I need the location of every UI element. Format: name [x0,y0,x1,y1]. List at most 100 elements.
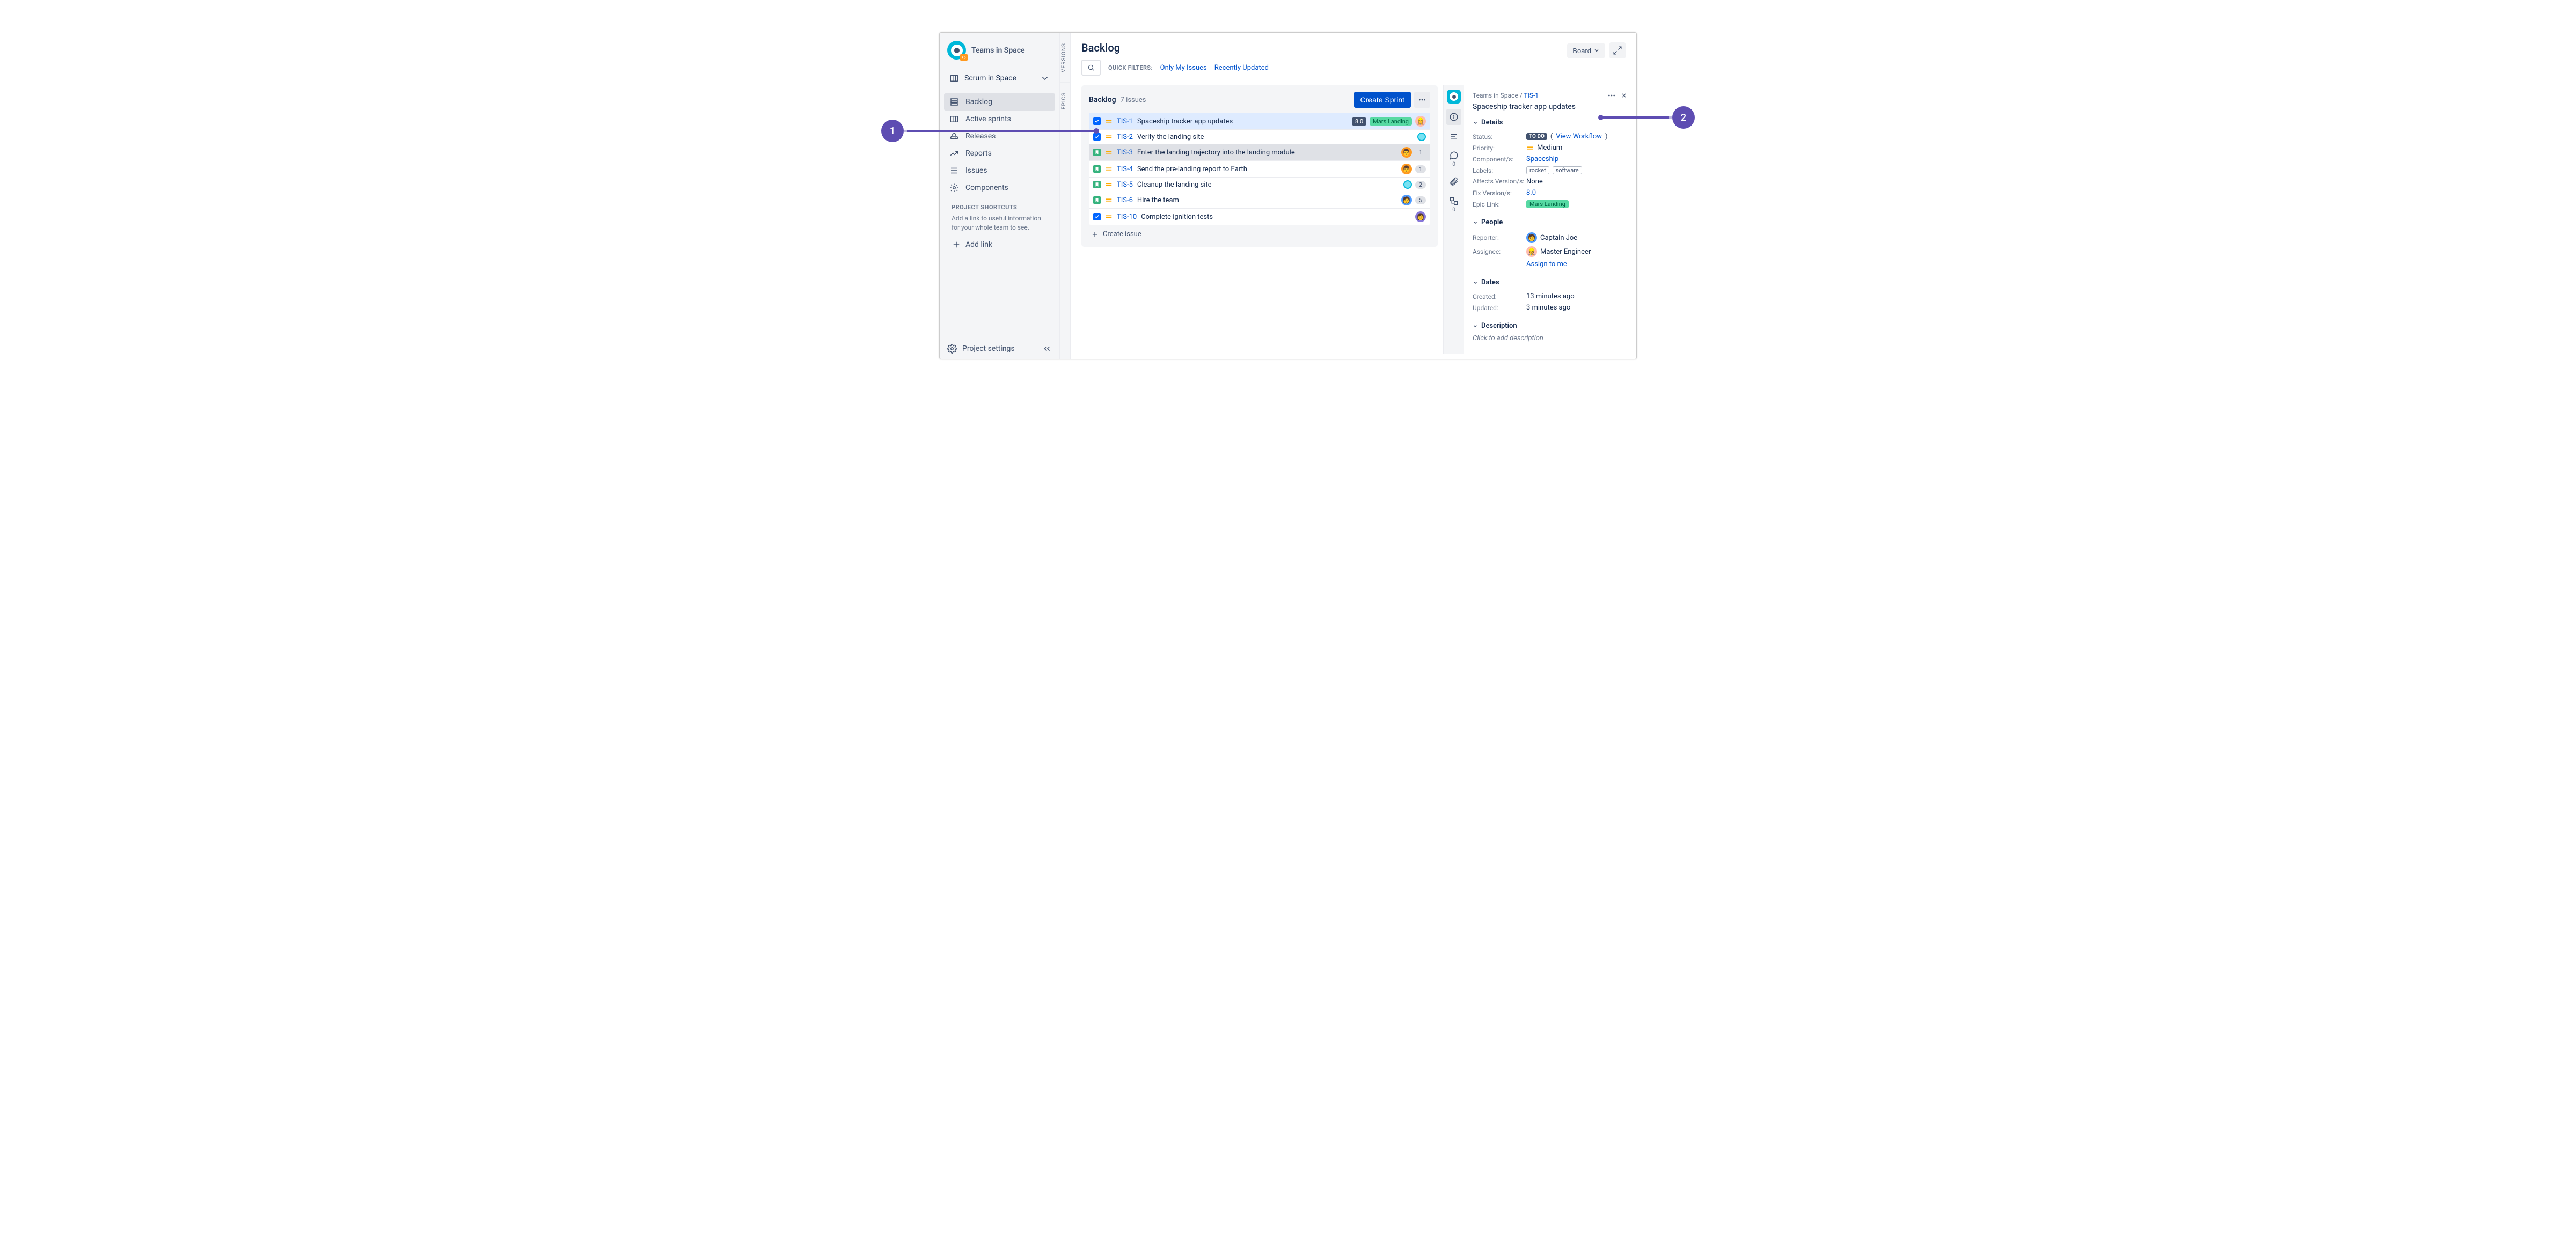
affects-value[interactable]: None [1526,178,1628,186]
status-value[interactable]: TO DO [1526,133,1547,140]
view-workflow-link[interactable]: View Workflow [1556,133,1602,141]
comments-count: 0 [1452,161,1455,167]
shortcuts-description: Add a link to useful information for you… [952,214,1048,232]
breadcrumb-issue-key[interactable]: TIS-1 [1524,92,1539,99]
filter-only-my-issues[interactable]: Only My Issues [1160,64,1207,72]
issue-key[interactable]: TIS-5 [1117,181,1133,189]
issue-key[interactable]: TIS-4 [1117,165,1133,173]
breadcrumb-project: Teams in Space [1473,92,1518,99]
project-logo [947,41,966,60]
detail-tab-comments[interactable]: 0 [1446,148,1461,171]
add-link-button[interactable]: Add link [952,239,1048,251]
assignee-avatar[interactable]: 🧑 [1401,195,1412,205]
details-heading: Details [1481,119,1503,127]
description-section-toggle[interactable]: Description [1473,322,1628,330]
issue-key[interactable]: TIS-6 [1117,196,1133,204]
quick-filters-label: QUICK FILTERS: [1108,64,1153,71]
epic-value[interactable]: Mars Landing [1526,200,1569,208]
issue-row[interactable]: TIS-10 Complete ignition tests 👩 [1089,209,1430,225]
issue-row[interactable]: TIS-4Send the pre-landing report to Eart… [1089,161,1430,178]
component-value[interactable]: Spaceship [1526,155,1558,163]
graph-icon [949,149,959,158]
issue-row[interactable]: TIS-1Spaceship tracker app updates8.0Mar… [1089,113,1430,130]
create-issue-button[interactable]: Create issue [1089,225,1430,239]
sidebar-item-backlog[interactable]: Backlog [944,93,1055,111]
detail-tab-details[interactable] [1446,109,1461,125]
sidebar-item-issues[interactable]: Issues [944,162,1055,179]
issue-row[interactable]: TIS-2Verify the landing site [1089,130,1430,144]
board-selector[interactable]: Scrum in Space [944,70,1055,87]
close-detail-button[interactable] [1620,91,1628,100]
more-icon [1418,95,1426,105]
story-type-icon [1093,149,1101,156]
search-button[interactable] [1081,60,1101,76]
versions-tab[interactable]: VERSIONS [1060,33,1070,82]
collapse-sidebar-icon[interactable] [1042,344,1052,354]
detail-tab-subtasks[interactable]: 0 [1446,193,1461,216]
fullscreen-button[interactable] [1609,42,1626,58]
reporter-label: Reporter: [1473,234,1526,241]
sidebar-item-label: Releases [965,132,996,141]
priority-label: Priority: [1473,144,1526,152]
labels-label: Labels: [1473,167,1526,174]
chevron-down-icon [1473,323,1478,329]
detail-issue-title[interactable]: Spaceship tracker app updates [1473,102,1628,111]
issue-key[interactable]: TIS-3 [1117,149,1133,157]
detail-tab-attachments[interactable] [1446,174,1461,190]
issue-key[interactable]: TIS-10 [1117,213,1137,221]
filter-recently-updated[interactable]: Recently Updated [1214,64,1269,72]
assignee-avatar[interactable]: 👩 [1415,211,1426,222]
sidebar-item-label: Reports [965,149,992,158]
chevron-down-icon [1473,220,1478,225]
align-left-icon [1449,131,1459,141]
epic-label: Epic Link: [1473,201,1526,208]
assignee-avatar[interactable]: 👨 [1401,164,1412,174]
label-tag[interactable]: rocket [1526,166,1549,174]
priority-medium-icon [1105,133,1113,141]
version-lozenge[interactable]: 8.0 [1352,117,1366,126]
assignee-avatar[interactable]: 👨 [1401,147,1412,158]
issue-summary: Hire the team [1137,196,1397,204]
assignee-avatar: 👷 [1526,246,1537,257]
label-tag[interactable]: software [1553,166,1582,174]
project-header[interactable]: Teams in Space [940,33,1059,68]
detail-more-button[interactable] [1607,91,1616,100]
priority-value[interactable]: Medium [1537,144,1562,152]
details-section: Details Status:TO DO (View Workflow) Pri… [1473,119,1628,210]
issue-row[interactable]: TIS-3Enter the landing trajectory into t… [1089,144,1430,161]
create-sprint-button[interactable]: Create Sprint [1354,92,1411,108]
issue-row[interactable]: TIS-6Hire the team🧑5 [1089,192,1430,209]
assignee-avatar[interactable] [1403,180,1412,189]
detail-tab-description[interactable] [1446,128,1461,144]
dates-section-toggle[interactable]: Dates [1473,278,1628,286]
detail-panel: 0 0 Teams in Space / TIS-1 Space [1443,85,1636,354]
assign-to-me-link[interactable]: Assign to me [1526,260,1567,268]
people-section-toggle[interactable]: People [1473,218,1628,226]
sidebar-item-reports[interactable]: Reports [944,145,1055,162]
board-dropdown[interactable]: Board [1567,43,1605,58]
assignee-value[interactable]: Master Engineer [1540,248,1591,256]
reporter-value[interactable]: Captain Joe [1540,234,1577,242]
people-heading: People [1481,218,1503,226]
issue-row[interactable]: TIS-5Cleanup the landing site2 [1089,178,1430,192]
issue-key[interactable]: TIS-1 [1117,117,1133,126]
description-placeholder[interactable]: Click to add description [1473,334,1628,342]
main-header: Backlog Board QUICK FILTERS: Only My Iss… [1071,33,1636,80]
project-settings-link[interactable]: Project settings [947,344,1015,354]
epics-tab[interactable]: EPICS [1060,82,1070,119]
assignee-avatar[interactable] [1417,133,1426,141]
fix-version-value[interactable]: 8.0 [1526,189,1536,197]
ship-icon [949,131,959,141]
epic-lozenge[interactable]: Mars Landing [1370,117,1412,126]
detail-project-icon[interactable] [1447,90,1461,104]
issue-key[interactable]: TIS-2 [1117,133,1133,141]
attachment-icon [1449,177,1459,187]
details-section-toggle[interactable]: Details [1473,119,1628,127]
list-icon [949,166,959,175]
sidebar-item-active-sprints[interactable]: Active sprints [944,111,1055,128]
issue-summary: Complete ignition tests [1141,213,1411,221]
assignee-avatar[interactable]: 👷 [1415,116,1426,127]
backlog-more-button[interactable] [1414,92,1430,108]
priority-medium-icon [1526,144,1534,152]
sidebar-item-components[interactable]: Components [944,179,1055,196]
